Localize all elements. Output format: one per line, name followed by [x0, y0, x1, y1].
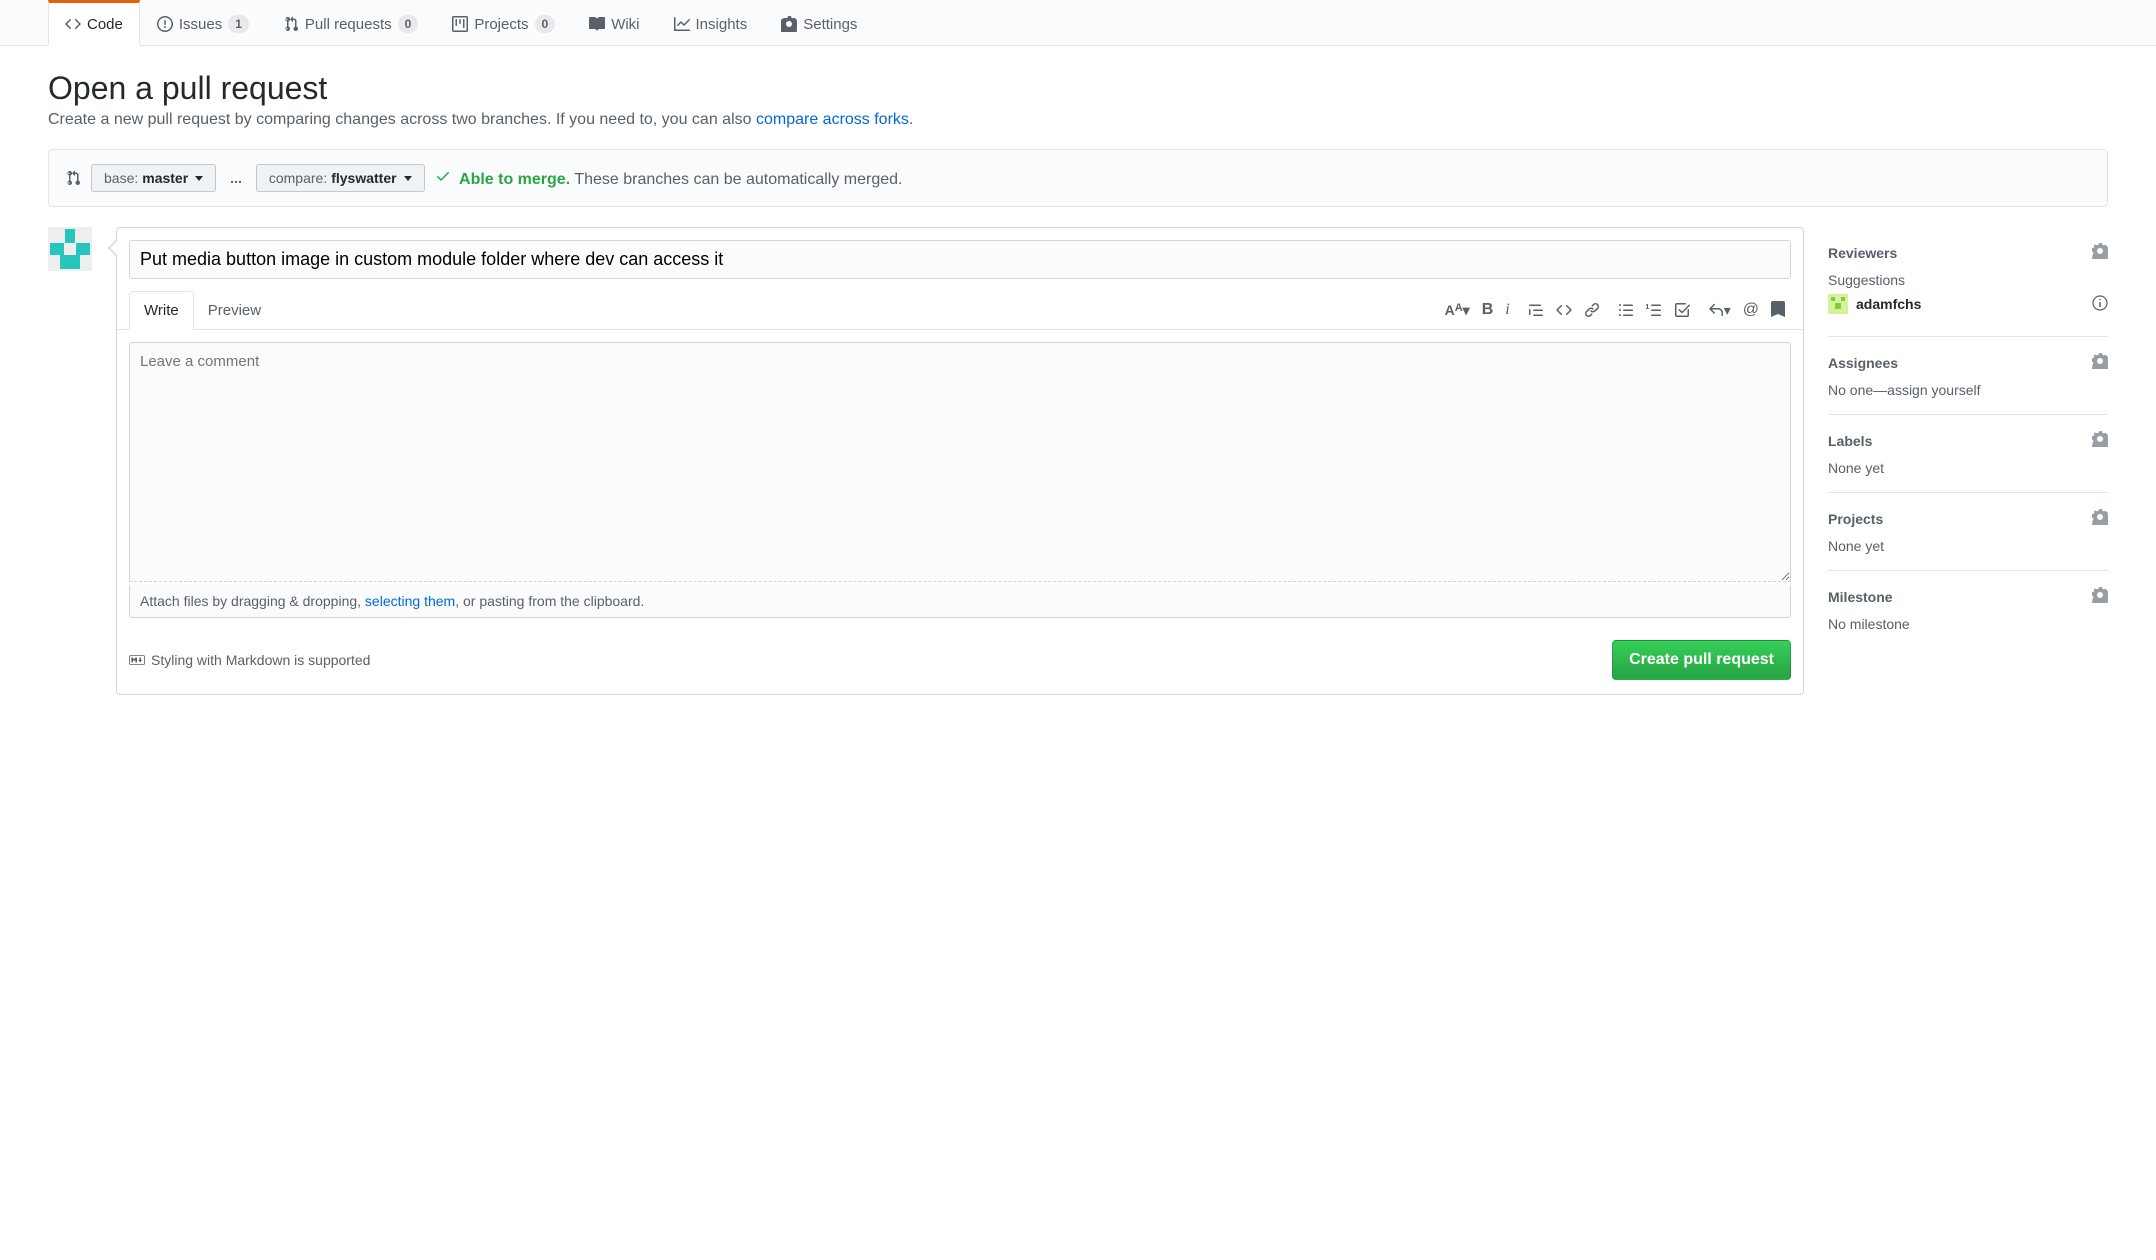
book-icon: [589, 16, 605, 32]
projects-text: None yet: [1828, 538, 2108, 554]
ordered-list-icon[interactable]: [1646, 302, 1662, 318]
user-avatar: [48, 227, 92, 271]
merge-able-text: Able to merge.: [459, 171, 570, 188]
preview-tab[interactable]: Preview: [194, 292, 275, 329]
tab-code[interactable]: Code: [48, 0, 140, 46]
gear-icon: [781, 16, 797, 32]
italic-icon[interactable]: i: [1505, 301, 1509, 319]
labels-title: Labels: [1828, 433, 1872, 449]
write-tab[interactable]: Write: [129, 291, 194, 330]
compare-branch: flyswatter: [331, 170, 396, 186]
code-icon: [65, 16, 81, 32]
labels-gear-icon[interactable]: [2092, 431, 2108, 450]
markdown-hint-text: Styling with Markdown is supported: [151, 652, 370, 668]
link-icon[interactable]: [1584, 302, 1600, 318]
editor-tabs: Write Preview AA▾ B i: [117, 291, 1803, 330]
compare-label: compare:: [269, 170, 327, 186]
tab-settings-label: Settings: [803, 16, 857, 33]
reviewer-suggestion[interactable]: adamfchs: [1828, 288, 2108, 320]
markdown-icon: [129, 652, 145, 668]
issues-count: 1: [228, 15, 249, 33]
subhead-text-b: .: [909, 111, 913, 128]
tab-wiki-label: Wiki: [611, 16, 639, 33]
tab-projects-label: Projects: [474, 16, 528, 33]
task-list-icon[interactable]: [1674, 302, 1690, 318]
sidebar: Reviewers Suggestions adamfchs Assignees…: [1828, 227, 2108, 648]
git-compare-icon: [65, 170, 81, 186]
assignees-title: Assignees: [1828, 355, 1898, 371]
graph-icon: [674, 16, 690, 32]
comment-textarea[interactable]: [129, 342, 1791, 582]
tab-insights-label: Insights: [696, 16, 748, 33]
issue-icon: [157, 16, 173, 32]
assignees-text: No one—: [1828, 382, 1887, 398]
projects-count: 0: [535, 15, 556, 33]
code-icon[interactable]: [1556, 302, 1572, 318]
suggestions-label: Suggestions: [1828, 272, 2108, 288]
projects-title: Projects: [1828, 511, 1883, 527]
tab-code-label: Code: [87, 16, 123, 33]
labels-text: None yet: [1828, 460, 2108, 476]
bold-icon[interactable]: B: [1482, 301, 1494, 319]
subhead-text-a: Create a new pull request by comparing c…: [48, 111, 756, 128]
reviewers-title: Reviewers: [1828, 245, 1897, 261]
chevron-down-icon: [404, 176, 412, 181]
reply-icon[interactable]: ▾: [1708, 302, 1731, 319]
merge-status: Able to merge. These branches can be aut…: [435, 168, 903, 189]
create-pull-request-button[interactable]: Create pull request: [1612, 640, 1791, 680]
milestone-text: No milestone: [1828, 616, 2108, 632]
tab-insights[interactable]: Insights: [657, 0, 765, 45]
merge-msg: These branches can be automatically merg…: [570, 171, 902, 188]
mention-icon[interactable]: @: [1743, 301, 1759, 319]
tab-wiki[interactable]: Wiki: [572, 0, 656, 45]
base-label: base:: [104, 170, 138, 186]
attach-hint: Attach files by dragging & dropping, sel…: [129, 585, 1791, 618]
projects-gear-icon[interactable]: [2092, 509, 2108, 528]
compare-bar: base: master ... compare: flyswatter Abl…: [48, 149, 2108, 207]
tab-settings[interactable]: Settings: [764, 0, 874, 45]
assign-yourself-link[interactable]: assign yourself: [1887, 382, 1980, 398]
milestone-gear-icon[interactable]: [2092, 587, 2108, 606]
comment-form: Write Preview AA▾ B i: [116, 227, 1804, 695]
page-subhead: Create a new pull request by comparing c…: [48, 111, 2108, 129]
base-branch: master: [142, 170, 188, 186]
markdown-hint[interactable]: Styling with Markdown is supported: [129, 652, 370, 668]
check-icon: [435, 168, 451, 184]
saved-reply-icon[interactable]: [1771, 301, 1785, 319]
milestone-title: Milestone: [1828, 589, 1893, 605]
select-files-link[interactable]: selecting them: [365, 593, 455, 609]
tab-projects[interactable]: Projects 0: [435, 0, 572, 45]
compare-ellipsis: ...: [226, 170, 246, 186]
tab-issues[interactable]: Issues 1: [140, 0, 266, 45]
attach-text-a: Attach files by dragging & dropping,: [140, 593, 365, 609]
quote-icon[interactable]: [1528, 302, 1544, 318]
heading-icon[interactable]: AA▾: [1445, 302, 1470, 319]
base-branch-select[interactable]: base: master: [91, 164, 216, 192]
git-pull-request-icon: [283, 16, 299, 32]
pr-title-input[interactable]: [129, 240, 1791, 279]
attach-text-b: , or pasting from the clipboard.: [455, 593, 644, 609]
suggested-username: adamfchs: [1856, 296, 1921, 312]
page-title: Open a pull request: [48, 70, 2108, 107]
unordered-list-icon[interactable]: [1618, 302, 1634, 318]
tab-issues-label: Issues: [179, 16, 222, 33]
assignees-gear-icon[interactable]: [2092, 353, 2108, 372]
info-icon[interactable]: [2092, 295, 2108, 314]
compare-branch-select[interactable]: compare: flyswatter: [256, 164, 425, 192]
compare-across-forks-link[interactable]: compare across forks: [756, 111, 909, 128]
project-icon: [452, 16, 468, 32]
pull-requests-count: 0: [398, 15, 419, 33]
markdown-toolbar: AA▾ B i ▾: [1445, 301, 1791, 319]
tab-pull-requests[interactable]: Pull requests 0: [266, 0, 435, 45]
repo-tabnav: Code Issues 1 Pull requests 0 Projects 0…: [0, 0, 2156, 46]
reviewers-gear-icon[interactable]: [2092, 243, 2108, 262]
tab-pull-requests-label: Pull requests: [305, 16, 392, 33]
chevron-down-icon: [195, 176, 203, 181]
suggested-avatar: [1828, 294, 1848, 314]
